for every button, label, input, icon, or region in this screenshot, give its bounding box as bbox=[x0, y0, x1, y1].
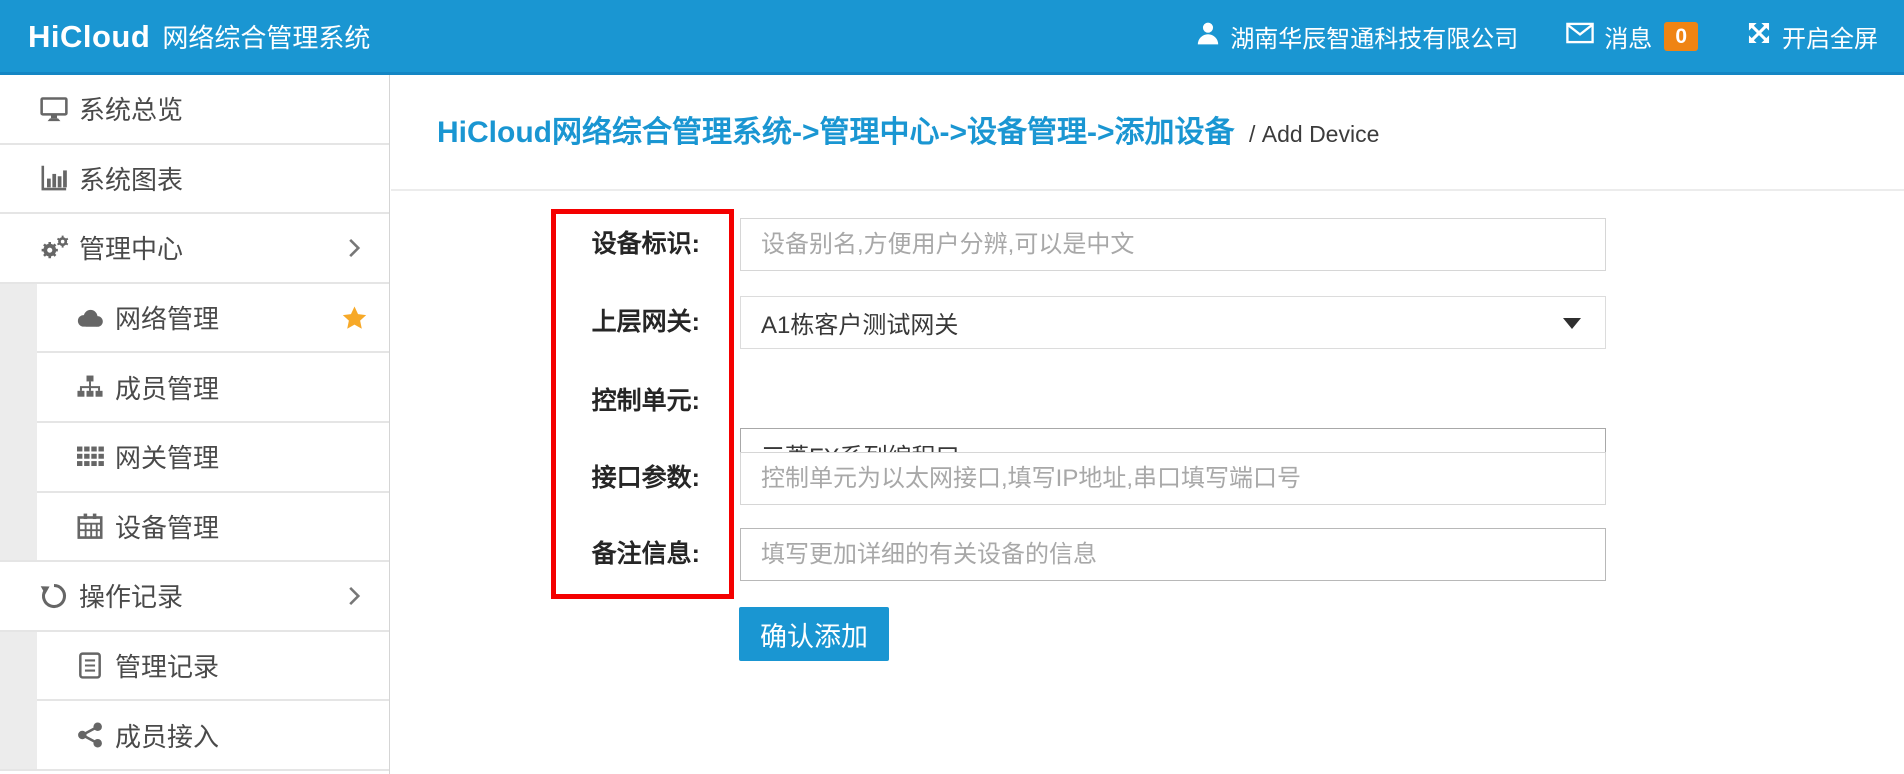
star-icon bbox=[342, 306, 367, 330]
sidebar: 系统总览 系统图表 bbox=[0, 75, 390, 774]
confirm-add-button[interactable]: 确认添加 bbox=[739, 607, 889, 661]
messages-label: 消息 bbox=[1604, 19, 1652, 54]
submenu-indent bbox=[0, 284, 37, 352]
sidebar-item-system-overview[interactable]: 系统总览 bbox=[0, 75, 389, 145]
breadcrumb-suffix: / Add Device bbox=[1249, 121, 1379, 147]
brand-name: HiCloud bbox=[28, 19, 150, 55]
sidebar-item-operation-records[interactable]: 操作记录 bbox=[0, 562, 389, 632]
content-divider bbox=[391, 189, 1904, 191]
app-logo[interactable]: HiCloud 网络综合管理系统 bbox=[0, 18, 370, 55]
remarks-input[interactable] bbox=[740, 528, 1606, 581]
sidebar-item-network-management[interactable]: 网络管理 bbox=[0, 284, 389, 354]
envelope-icon bbox=[1566, 22, 1604, 51]
sidebar-item-management-records[interactable]: 管理记录 bbox=[0, 632, 389, 702]
submenu-indent bbox=[0, 421, 37, 491]
sidebar-item-label: 成员管理 bbox=[115, 369, 219, 406]
submenu-indent bbox=[0, 351, 37, 421]
sidebar-item-label: 操作记录 bbox=[79, 577, 183, 614]
upper-gateway-select[interactable]: A1栋客户测试网关 bbox=[740, 296, 1606, 349]
sidebar-item-management-center[interactable]: 管理中心 bbox=[0, 214, 389, 284]
caret-down-icon bbox=[1563, 318, 1581, 329]
chevron-right-icon bbox=[348, 585, 361, 607]
chevron-right-icon bbox=[348, 237, 361, 259]
gears-icon bbox=[37, 234, 71, 262]
fullscreen-label: 开启全屏 bbox=[1782, 19, 1878, 54]
sidebar-item-label: 管理记录 bbox=[115, 647, 219, 684]
messages-count-badge: 0 bbox=[1664, 22, 1698, 51]
fullscreen-button[interactable]: 开启全屏 bbox=[1746, 19, 1878, 54]
share-icon bbox=[73, 722, 107, 748]
interface-params-label: 接口参数: bbox=[451, 452, 700, 505]
company-name: 湖南华辰智通科技有限公司 bbox=[1230, 19, 1518, 54]
grid-icon bbox=[73, 446, 107, 467]
user-icon bbox=[1196, 21, 1230, 52]
sidebar-item-label: 系统图表 bbox=[79, 160, 183, 197]
sidebar-item-label: 系统总览 bbox=[79, 90, 183, 127]
control-unit-label: 控制单元: bbox=[451, 375, 700, 428]
fullscreen-icon bbox=[1746, 20, 1782, 53]
sitemap-icon bbox=[73, 375, 107, 399]
sidebar-item-label: 设备管理 bbox=[115, 508, 219, 545]
sidebar-item-device-management[interactable]: 设备管理 bbox=[0, 493, 389, 563]
remarks-label: 备注信息: bbox=[451, 528, 700, 581]
calendar-icon bbox=[73, 513, 107, 539]
upper-gateway-label: 上层网关: bbox=[451, 296, 700, 349]
bar-chart-icon bbox=[37, 164, 71, 192]
submenu-indent bbox=[0, 491, 37, 561]
sidebar-item-gateway-management[interactable]: 网关管理 bbox=[0, 423, 389, 493]
sidebar-item-label: 网络管理 bbox=[115, 299, 219, 336]
messages-button[interactable]: 消息 0 bbox=[1566, 19, 1698, 54]
history-icon bbox=[37, 582, 71, 610]
sidebar-item-system-charts[interactable]: 系统图表 bbox=[0, 145, 389, 215]
sidebar-item-label: 成员接入 bbox=[115, 717, 219, 754]
brand-subtitle: 网络综合管理系统 bbox=[162, 18, 370, 55]
submenu-indent bbox=[0, 699, 37, 769]
monitor-icon bbox=[37, 95, 71, 123]
header-actions: 湖南华辰智通科技有限公司 消息 0 开启全屏 bbox=[1148, 19, 1904, 54]
top-bar: HiCloud 网络综合管理系统 湖南华辰智通科技有限公司 消息 0 开启全屏 bbox=[0, 0, 1904, 75]
submenu-indent bbox=[0, 632, 37, 700]
device-id-input[interactable] bbox=[740, 218, 1606, 271]
cloud-icon bbox=[73, 307, 107, 329]
account-menu[interactable]: 湖南华辰智通科技有限公司 bbox=[1196, 19, 1518, 54]
sidebar-item-member-access[interactable]: 成员接入 bbox=[0, 701, 389, 771]
sidebar-item-member-management[interactable]: 成员管理 bbox=[0, 353, 389, 423]
breadcrumb: HiCloud网络综合管理系统->管理中心->设备管理->添加设备 / Add … bbox=[437, 107, 1379, 151]
document-icon bbox=[73, 652, 107, 679]
sidebar-item-label: 网关管理 bbox=[115, 438, 219, 475]
upper-gateway-value: A1栋客户测试网关 bbox=[761, 305, 958, 340]
sidebar-item-label: 管理中心 bbox=[79, 229, 183, 266]
main-content: HiCloud网络综合管理系统->管理中心->设备管理->添加设备 / Add … bbox=[391, 75, 1904, 774]
device-id-label: 设备标识: bbox=[451, 218, 700, 271]
interface-params-input[interactable] bbox=[740, 452, 1606, 505]
breadcrumb-path[interactable]: HiCloud网络综合管理系统->管理中心->设备管理->添加设备 bbox=[437, 116, 1235, 149]
